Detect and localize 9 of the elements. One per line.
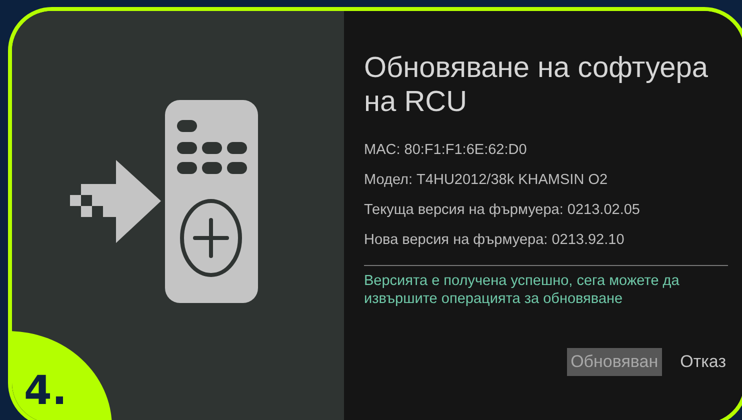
dialog-button[interactable]: Отказ (676, 348, 730, 376)
status-message: Версията е получена успешно, сега можете да извършите операцията за обновяване (364, 272, 680, 308)
dialog-title: Обновяване на софтуера на RCU (364, 51, 710, 119)
step-number: 4. (24, 371, 68, 411)
info-line: Нова версия на фърмуера: 0213.92.10 (364, 231, 626, 250)
info-line: MAC: 80:F1:F1:6E:62:D0 (364, 141, 528, 160)
remote-with-arrow-icon (70, 100, 260, 304)
info-line: Модел: T4HU2012/38k KHAMSIN O2 (364, 171, 609, 190)
info-line: Текуща версия на фърмуера: 0213.02.05 (364, 201, 641, 220)
